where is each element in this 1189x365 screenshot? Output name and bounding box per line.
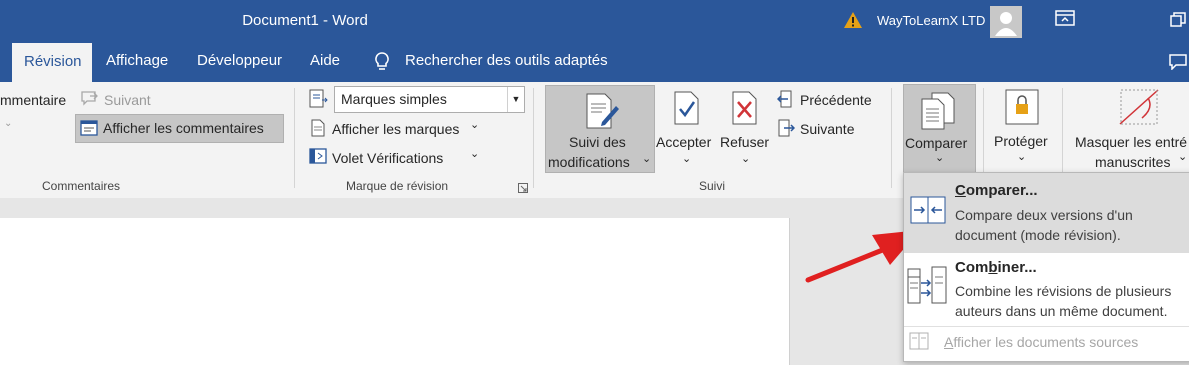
chevron-down-icon[interactable]: ⌄ xyxy=(1178,150,1187,163)
restore-window-icon[interactable] xyxy=(1170,12,1186,33)
group-divider xyxy=(294,88,295,188)
next-change-icon xyxy=(777,119,796,142)
reviewing-pane-button[interactable]: Volet Vérifications xyxy=(332,150,443,166)
tab-affichage[interactable]: Affichage xyxy=(106,52,168,69)
markup-display-select[interactable]: Marques simples ▼ xyxy=(334,86,525,113)
reject-icon xyxy=(731,90,759,131)
next-comment-icon xyxy=(80,89,100,112)
tab-aide[interactable]: Aide xyxy=(310,52,340,69)
combine-description-2: auteurs dans un même document. xyxy=(955,303,1168,319)
chevron-down-icon[interactable]: ⌄ xyxy=(4,118,12,129)
chevron-down-icon[interactable]: ⌄ xyxy=(682,152,691,165)
chevron-down-icon: ⌄ xyxy=(935,152,945,164)
tab-revision[interactable]: Révision xyxy=(12,43,92,82)
group-commentaires-label: Commentaires xyxy=(42,179,121,193)
compare-documents-icon xyxy=(920,91,956,136)
warning-icon[interactable] xyxy=(843,11,863,34)
dialog-launcher-icon[interactable] xyxy=(518,180,528,198)
account-name[interactable]: WayToLearnX LTD xyxy=(877,13,985,28)
chevron-down-icon: ⌄ xyxy=(642,153,652,165)
compare-menu-title: Comparer... xyxy=(955,182,1038,199)
accept-button[interactable]: Accepter xyxy=(656,134,711,150)
show-comments-button[interactable]: Afficher les commentaires xyxy=(75,114,284,143)
reviewing-pane-icon xyxy=(309,148,327,169)
accept-icon xyxy=(673,90,701,131)
dropdown-arrow-icon[interactable]: ▼ xyxy=(507,87,524,112)
group-divider xyxy=(533,88,534,188)
compare-label: Comparer xyxy=(905,135,968,151)
chevron-down-icon[interactable]: ⌄ xyxy=(741,152,750,165)
tab-revision-label: Révision xyxy=(24,53,82,70)
comments-pane-icon xyxy=(80,120,98,141)
lightbulb-icon[interactable] xyxy=(373,51,391,78)
tab-developpeur[interactable]: Développeur xyxy=(197,52,282,69)
track-changes-label-1: Suivi des xyxy=(569,134,626,150)
group-suivi-label: Suivi xyxy=(699,179,726,193)
previous-change-button[interactable]: Précédente xyxy=(800,92,872,108)
hide-ink-icon xyxy=(1118,88,1160,131)
show-markup-icon xyxy=(310,119,326,142)
menu-separator xyxy=(904,326,1189,327)
hide-ink-button-label-1[interactable]: Masquer les entré xyxy=(1075,134,1187,150)
new-comment-button[interactable]: mmentaire xyxy=(0,92,66,108)
compare-description-2: document (mode révision). xyxy=(955,227,1121,243)
chevron-down-icon[interactable]: ⌄ xyxy=(470,147,479,160)
compare-description-1: Compare deux versions d'un xyxy=(955,207,1133,223)
ribbon-display-options-icon[interactable] xyxy=(1055,10,1075,31)
protect-icon xyxy=(1002,88,1042,131)
comments-icon[interactable] xyxy=(1169,54,1187,75)
chevron-down-icon[interactable]: ⌄ xyxy=(1017,150,1026,163)
menu-item-combine[interactable]: Combiner... xyxy=(955,259,1037,276)
avatar[interactable] xyxy=(990,6,1022,38)
show-markup-button[interactable]: Afficher les marques xyxy=(332,121,459,137)
compare-versions-icon xyxy=(910,196,946,229)
source-documents-icon xyxy=(909,332,929,355)
compare-button[interactable]: Comparer ⌄ xyxy=(903,84,976,174)
next-change-button[interactable]: Suivante xyxy=(800,121,854,137)
display-for-review-icon xyxy=(308,88,328,115)
document-page[interactable] xyxy=(0,218,790,365)
hide-ink-button-label-2[interactable]: manuscrites xyxy=(1095,154,1170,170)
track-changes-label-2: modifications xyxy=(548,154,630,170)
chevron-down-icon[interactable]: ⌄ xyxy=(470,118,479,131)
window-title: Document1 - Word xyxy=(242,12,368,29)
combine-documents-icon xyxy=(906,263,950,312)
reject-button[interactable]: Refuser xyxy=(720,134,769,150)
markup-display-value: Marques simples xyxy=(341,91,447,107)
menu-item-show-source-documents[interactable]: Afficher les documents sources xyxy=(944,334,1138,350)
show-comments-label: Afficher les commentaires xyxy=(103,120,264,136)
group-marque-label: Marque de révision xyxy=(346,179,449,193)
track-changes-icon xyxy=(584,92,620,135)
search-tools-input[interactable]: Rechercher des outils adaptés xyxy=(405,52,608,69)
protect-button[interactable]: Protéger xyxy=(994,133,1048,149)
track-changes-button[interactable]: Suivi des modifications ⌄ xyxy=(545,85,655,173)
next-comment-button[interactable]: Suivant xyxy=(104,92,151,108)
combine-description-1: Combine les révisions de plusieurs xyxy=(955,283,1172,299)
previous-change-icon xyxy=(776,90,795,113)
group-divider xyxy=(891,88,892,188)
